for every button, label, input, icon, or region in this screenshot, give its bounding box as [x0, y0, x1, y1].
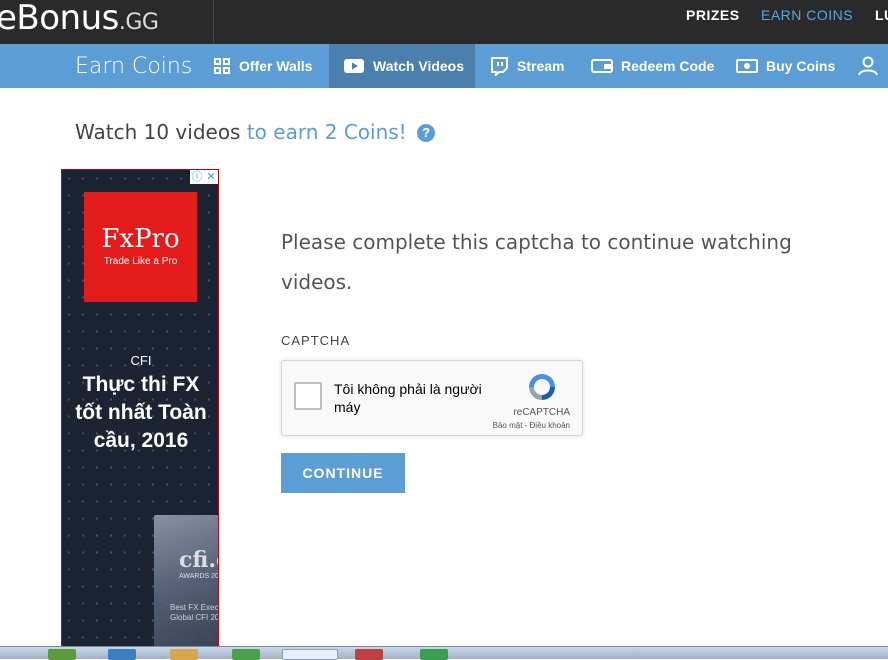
ad-badge: ⓘ ✕ [190, 170, 218, 184]
tab-label: Watch Videos [373, 58, 465, 74]
nav-prizes[interactable]: PRIZES [686, 7, 740, 23]
recaptcha-widget: Tôi không phải là người máy reCAPTCHA Bả… [281, 360, 583, 436]
tab-referrals[interactable] [857, 44, 888, 88]
users-icon [858, 56, 878, 76]
money-icon [736, 59, 758, 73]
page-heading: Watch 10 videos to earn 2 Coins! ? [75, 120, 436, 144]
taskbar-app-icon[interactable] [170, 649, 198, 660]
heading-highlight: to earn 2 Coins! [246, 120, 407, 144]
tab-watch-videos[interactable]: Watch Videos [329, 44, 475, 88]
ad-close-icon[interactable]: ✕ [204, 170, 218, 184]
os-taskbar [0, 646, 888, 660]
earn-coins-subnav: Earn Coins Offer Walls Watch Videos Stre… [0, 44, 888, 88]
help-icon[interactable]: ? [417, 124, 436, 142]
adchoices-icon[interactable]: ⓘ [190, 170, 204, 184]
tab-stream[interactable]: Stream [489, 44, 579, 88]
taskbar-app-icon[interactable] [48, 649, 76, 660]
nav-more[interactable]: LU [875, 7, 888, 23]
ad-headline-line1: Thực thi FX [82, 373, 200, 396]
recaptcha-checkbox[interactable] [294, 382, 322, 410]
ad-headline-line2: tốt nhất Toàn [75, 401, 207, 424]
recaptcha-links[interactable]: Bảo mật - Điều khoản [493, 421, 570, 430]
ad-cfi-text: CFI [130, 353, 152, 368]
tab-label: Redeem Code [621, 58, 715, 74]
tab-buy-coins[interactable]: Buy Coins [736, 44, 840, 88]
tab-redeem-code[interactable]: Redeem Code [591, 44, 721, 88]
taskbar-app-icon[interactable] [355, 649, 383, 660]
heading-text: Watch 10 videos [75, 120, 247, 144]
subnav-title: Earn Coins [75, 54, 193, 79]
taskbar-app-icon[interactable] [108, 649, 136, 660]
trophy-awards: AWARDS 20 [179, 573, 219, 580]
logo-text: eBonus [0, 0, 119, 38]
trophy-brand: cfi.c [179, 547, 218, 573]
twitch-icon [491, 57, 508, 76]
trophy-text: Best FX Exec Global CFI 2016 [170, 603, 219, 622]
recaptcha-brand: reCAPTCHA [513, 407, 570, 418]
captcha-message: Please complete this captcha to continue… [281, 230, 792, 294]
logo-suffix: .GG [118, 10, 159, 35]
grid-icon [214, 58, 230, 74]
ad-brand-logo: FxPro Trade Like a Pro [84, 192, 197, 302]
site-logo[interactable]: eBonus.GG [0, 0, 159, 38]
wallet-icon [591, 59, 613, 73]
captcha-label: CAPTCHA [281, 333, 351, 348]
taskbar-app-icon[interactable] [420, 649, 448, 660]
play-icon [344, 59, 364, 73]
tab-offer-walls[interactable]: Offer Walls [213, 44, 329, 88]
logo-divider [213, 0, 214, 44]
nav-earn-coins[interactable]: EARN COINS [761, 7, 853, 23]
tab-label: Stream [517, 58, 565, 74]
ad-headline-line3: cầu, 2016 [93, 429, 189, 452]
recaptcha-logo-icon [529, 374, 555, 400]
ad-brand-name: FxPro [101, 224, 180, 254]
ad-tagline: Trade Like a Pro [103, 256, 178, 267]
advertisement-banner[interactable]: ⓘ ✕ FxPro Trade Like a Pro CFI Thực thi … [61, 169, 219, 659]
top-bar: eBonus.GG PRIZES EARN COINS LU [0, 0, 888, 44]
continue-button[interactable]: CONTINUE [281, 453, 405, 493]
tab-label: Buy Coins [766, 58, 836, 74]
taskbar-app-icon[interactable] [232, 649, 260, 660]
ad-trophy-image: cfi.c AWARDS 20 Best FX Exec Global CFI … [154, 515, 219, 655]
taskbar-app-icon[interactable] [282, 649, 338, 660]
tab-label: Offer Walls [239, 58, 313, 74]
recaptcha-label: Tôi không phải là người máy [334, 381, 482, 415]
